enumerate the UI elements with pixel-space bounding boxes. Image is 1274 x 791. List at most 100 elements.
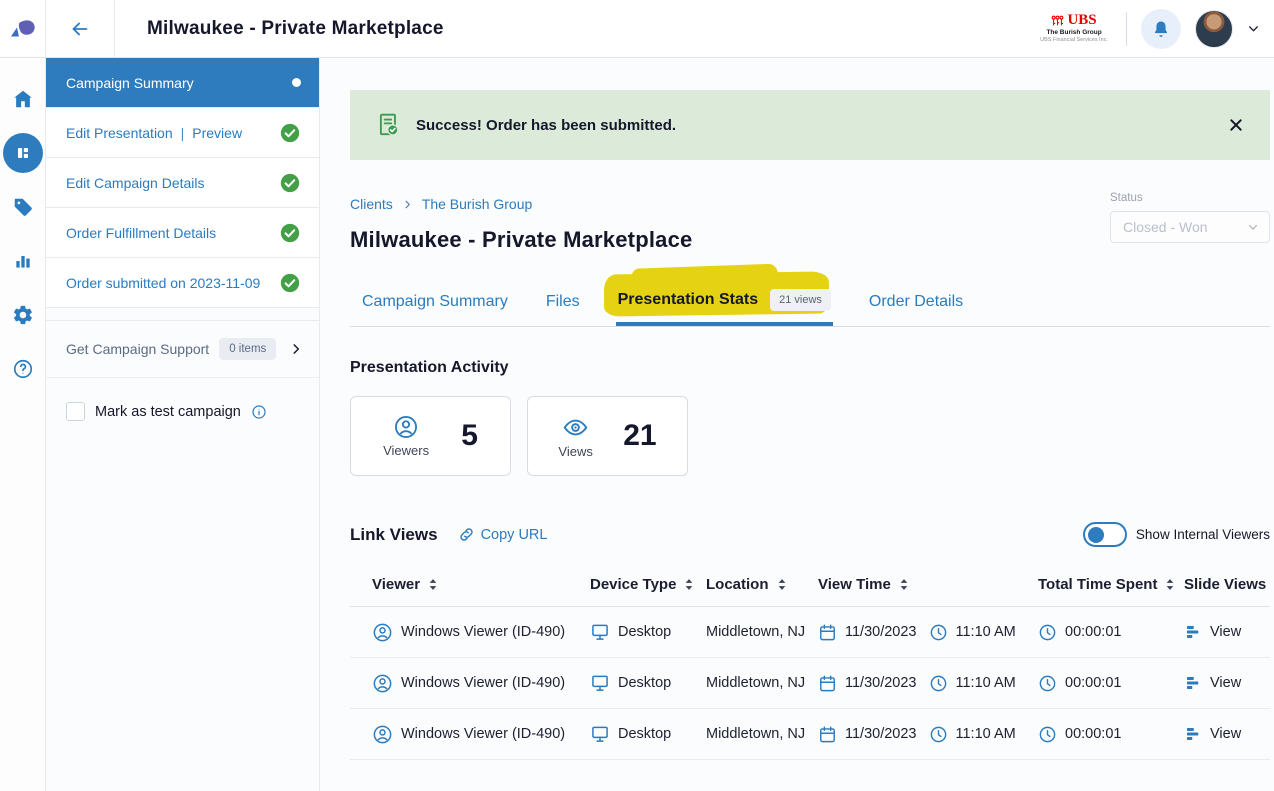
back-button[interactable] (46, 0, 115, 57)
total-time-spent: 00:00:01 (1065, 624, 1121, 640)
view-date: 11/30/2023 (845, 624, 917, 640)
slide-views-view-button[interactable]: View (1184, 725, 1241, 743)
total-time-spent: 00:00:01 (1065, 675, 1121, 691)
column-header-location[interactable]: Location (706, 576, 818, 593)
stat-label: Viewers (383, 443, 429, 458)
test-campaign-checkbox[interactable] (66, 402, 85, 421)
status-select[interactable]: Closed - Won (1110, 211, 1270, 243)
brand-logo-icon (8, 16, 38, 42)
step-label: Campaign Summary (66, 75, 194, 91)
current-step-dot (292, 78, 301, 87)
toggle-knob (1088, 527, 1104, 543)
sidebar-item-edit-campaign-details[interactable]: Edit Campaign Details (46, 158, 319, 208)
chevron-down-icon[interactable] (1247, 22, 1260, 35)
location: Middletown, NJ (706, 675, 805, 691)
chevron-right-icon (289, 342, 303, 356)
sort-icon (777, 578, 787, 591)
link-views-header: Link Views Copy URL Show Internal Viewer… (350, 522, 1270, 547)
close-icon (1228, 117, 1244, 133)
rail-item-home[interactable] (0, 72, 46, 126)
check-circle-icon (279, 272, 301, 294)
device-type: Desktop (618, 726, 671, 742)
views-stat-card: Views 21 (527, 396, 688, 476)
column-header-total-time-spent[interactable]: Total Time Spent (1038, 576, 1184, 593)
support-label: Get Campaign Support (66, 341, 209, 357)
view-time: 11:10 AM (956, 726, 1016, 742)
sidebar-item-campaign-summary[interactable]: Campaign Summary (46, 58, 319, 108)
slide-views-view-button[interactable]: View (1184, 674, 1241, 692)
view-date: 11/30/2023 (845, 726, 917, 742)
viewer-name: Windows Viewer (ID-490) (401, 675, 565, 691)
rail-item-tags[interactable] (0, 180, 46, 234)
rail-item-settings[interactable] (0, 288, 46, 342)
check-circle-icon (279, 172, 301, 194)
step-label: Order Fulfillment Details (66, 225, 216, 241)
viewer-icon (372, 673, 393, 694)
chevron-down-icon (1247, 221, 1259, 233)
column-header-view-time[interactable]: View Time (818, 576, 1038, 593)
calendar-icon (818, 623, 837, 642)
get-campaign-support[interactable]: Get Campaign Support 0 items (46, 320, 319, 378)
step-label[interactable]: Edit Presentation (66, 125, 173, 141)
column-header-slide-views: Slide Views (1184, 576, 1270, 593)
view-time: 11:10 AM (956, 675, 1016, 691)
sort-icon (899, 578, 909, 591)
sidebar-item-edit-presentation[interactable]: Edit Presentation | Preview (46, 108, 319, 158)
success-document-icon (376, 112, 402, 138)
success-banner: Success! Order has been submitted. (350, 90, 1270, 160)
desktop-icon (590, 622, 610, 642)
show-internal-viewers-toggle[interactable] (1083, 522, 1127, 547)
sort-icon (684, 578, 694, 591)
sidebar-item-order-submitted[interactable]: Order submitted on 2023-11-09 (46, 258, 319, 308)
bell-icon (1151, 19, 1171, 39)
topbar-divider (1126, 12, 1127, 46)
tab-order-details[interactable]: Order Details (867, 283, 965, 326)
link-icon (458, 526, 475, 543)
viewer-name: Windows Viewer (ID-490) (401, 726, 565, 742)
column-header-device-type[interactable]: Device Type (590, 576, 706, 593)
label-separator: | (181, 125, 185, 141)
topbar-actions: UBS The Burish Group UBS Financial Servi… (1036, 0, 1274, 57)
calendar-icon (818, 725, 837, 744)
location: Middletown, NJ (706, 726, 805, 742)
slide-views-view-button[interactable]: View (1184, 623, 1241, 641)
copy-url-button[interactable]: Copy URL (458, 526, 548, 543)
table-row: Windows Viewer (ID-490) Desktop Middleto… (350, 658, 1270, 709)
notifications-button[interactable] (1141, 9, 1181, 49)
views-count-badge: 21 views (770, 289, 831, 311)
breadcrumb-clients[interactable]: Clients (350, 196, 393, 212)
ubs-subtitle: The Burish Group (1040, 30, 1108, 37)
rail-item-dashboard[interactable] (0, 126, 46, 180)
tab-files[interactable]: Files (544, 283, 582, 326)
slide-views-icon (1184, 623, 1202, 641)
table-row: Windows Viewer (ID-490) Desktop Middleto… (350, 709, 1270, 760)
rail-item-analytics[interactable] (0, 234, 46, 288)
tab-campaign-summary[interactable]: Campaign Summary (360, 283, 510, 326)
page-header: Clients The Burish Group Milwaukee - Pri… (350, 196, 1270, 253)
device-type: Desktop (618, 624, 671, 640)
info-icon[interactable] (251, 404, 267, 420)
column-header-viewer[interactable]: Viewer (372, 576, 590, 593)
sort-icon (428, 578, 438, 591)
table-header: Viewer Device Type Location View Time (350, 563, 1270, 607)
gear-icon (12, 304, 34, 326)
viewer-icon (372, 622, 393, 643)
campaign-steps-sidebar: Campaign Summary Edit Presentation | Pre… (46, 58, 320, 791)
banner-close-button[interactable] (1228, 117, 1244, 133)
status-label: Status (1110, 192, 1270, 204)
viewers-count: 5 (461, 419, 478, 453)
rail-item-help[interactable] (0, 342, 46, 396)
ubs-logo: UBS The Burish Group UBS Financial Servi… (1036, 11, 1112, 45)
sidebar-item-order-fulfillment[interactable]: Order Fulfillment Details (46, 208, 319, 258)
preview-link[interactable]: Preview (192, 125, 242, 141)
user-avatar[interactable] (1195, 10, 1233, 48)
breadcrumb-burish-group[interactable]: The Burish Group (422, 196, 533, 212)
viewers-stat-card: Viewers 5 (350, 396, 511, 476)
clock-icon (1038, 674, 1057, 693)
device-type: Desktop (618, 675, 671, 691)
app-logo[interactable] (0, 0, 46, 57)
slide-views-icon (1184, 725, 1202, 743)
clock-icon (929, 674, 948, 693)
tab-presentation-stats[interactable]: Presentation Stats 21 views (616, 279, 833, 326)
step-label: Order submitted on 2023-11-09 (66, 275, 260, 291)
